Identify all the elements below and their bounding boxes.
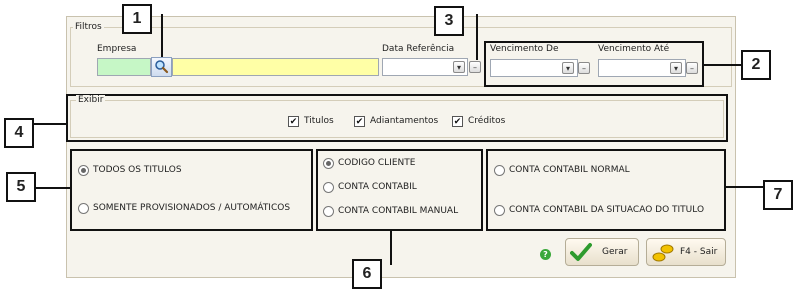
somente-provisionados-radio[interactable]: [78, 203, 89, 214]
filtros-title: Filtros: [73, 22, 104, 32]
callout-1-line: [161, 14, 163, 57]
sair-button[interactable]: F4 - Sair: [646, 238, 726, 266]
magnifier-icon: [155, 60, 169, 74]
data-referencia-dropdown-button[interactable]: ▾: [453, 61, 465, 73]
callout-3-line: [476, 14, 478, 60]
todos-titulos-radio[interactable]: [78, 165, 89, 176]
sair-label: F4 - Sair: [680, 247, 718, 257]
callout-1: 1: [122, 4, 152, 34]
titulos-label: Titulos: [304, 116, 334, 126]
conta-contabil-radio[interactable]: [323, 182, 334, 193]
callout-4: 4: [4, 118, 34, 148]
callout-6: 6: [352, 259, 382, 289]
callout-2-line: [704, 64, 741, 66]
codigo-cliente-label: CODIGO CLIENTE: [338, 158, 416, 168]
gerar-label: Gerar: [602, 247, 628, 257]
callout-4-line: [34, 123, 66, 125]
gerar-button[interactable]: Gerar: [565, 238, 639, 266]
exibir-title: Exibir: [76, 95, 106, 105]
data-referencia-clear-button[interactable]: –: [469, 61, 481, 73]
todos-titulos-label: TODOS OS TITULOS: [93, 165, 182, 175]
conta-contabil-situacao-label: CONTA CONTABIL DA SITUACAO DO TITULO: [509, 205, 705, 215]
exit-icon: [652, 244, 674, 262]
conta-contabil-manual-label: CONTA CONTABIL MANUAL: [338, 206, 459, 216]
help-icon[interactable]: ?: [540, 249, 551, 260]
empresa-code-input[interactable]: [97, 58, 151, 76]
creditos-label: Créditos: [468, 116, 506, 126]
adiantamentos-label: Adiantamentos: [370, 116, 439, 126]
callout-5: 5: [6, 172, 36, 202]
empresa-label: Empresa: [97, 44, 137, 54]
somente-provisionados-label: SOMENTE PROVISIONADOS / AUTOMÁTICOS: [93, 203, 291, 213]
titulos-checkbox[interactable]: ✔: [288, 116, 299, 127]
callout-2: 2: [741, 50, 771, 80]
codigo-cliente-radio[interactable]: [323, 158, 334, 169]
adiantamentos-checkbox[interactable]: ✔: [354, 116, 365, 127]
group5-frame: [70, 149, 313, 231]
callout-7: 7: [763, 180, 793, 210]
callout-3: 3: [434, 6, 464, 36]
data-referencia-label: Data Referência: [382, 44, 455, 54]
empresa-search-button[interactable]: [151, 57, 172, 77]
callout-7-line: [726, 186, 763, 188]
conta-contabil-label: CONTA CONTABIL: [338, 182, 417, 192]
conta-contabil-situacao-radio[interactable]: [494, 205, 505, 216]
empresa-name-input[interactable]: [172, 58, 379, 76]
vencimento-frame: [484, 41, 704, 87]
checkmark-icon: [570, 243, 592, 261]
conta-contabil-normal-radio[interactable]: [494, 165, 505, 176]
creditos-checkbox[interactable]: ✔: [452, 116, 463, 127]
conta-contabil-manual-radio[interactable]: [323, 206, 334, 217]
conta-contabil-normal-label: CONTA CONTABIL NORMAL: [509, 165, 630, 175]
group7-frame: [486, 149, 726, 231]
callout-6-line: [390, 231, 392, 265]
callout-5-line: [36, 187, 70, 189]
